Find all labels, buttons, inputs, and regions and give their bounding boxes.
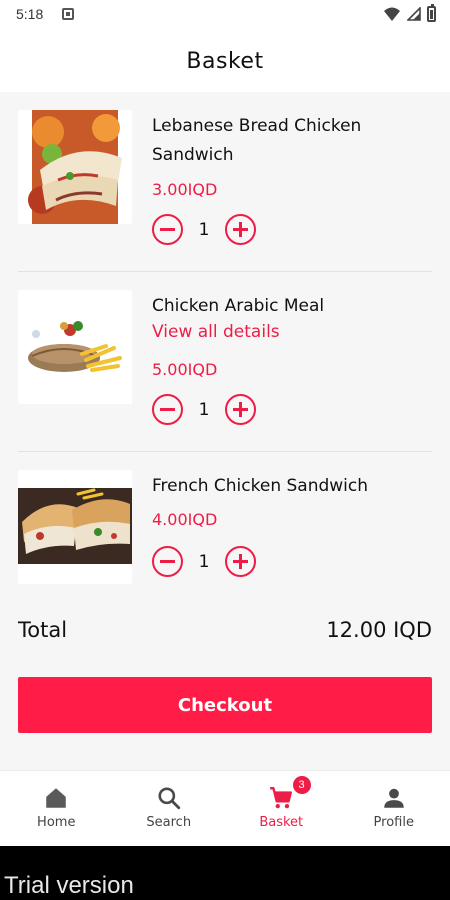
app-header: Basket	[0, 30, 450, 92]
person-icon	[384, 788, 404, 808]
nav-item-basket[interactable]: 3 Basket	[225, 771, 338, 846]
status-icons	[383, 4, 436, 22]
decrease-quantity-button[interactable]	[152, 546, 183, 577]
quantity-value: 1	[198, 551, 210, 572]
item-price: 3.00IQD	[152, 180, 218, 199]
quantity-stepper: 1	[152, 214, 256, 245]
basket-count-badge: 3	[292, 776, 311, 794]
item-name: French Chicken Sandwich	[152, 476, 369, 496]
battery-icon	[427, 4, 436, 22]
quantity-value: 1	[198, 399, 210, 420]
minus-icon	[160, 408, 175, 411]
minus-icon	[160, 228, 175, 231]
item-image[interactable]	[18, 470, 132, 584]
nav-label: Profile	[373, 815, 414, 830]
french-sandwich-image	[18, 470, 132, 584]
increase-quantity-button[interactable]	[225, 214, 256, 245]
wifi-icon	[384, 7, 400, 21]
total-row: Total 12.00 IQD	[18, 615, 432, 651]
increase-quantity-button[interactable]	[225, 394, 256, 425]
nav-label: Home	[37, 815, 76, 830]
status-bar: 5:18	[0, 0, 450, 30]
trial-text: Trial version	[4, 872, 134, 899]
item-name: Lebanese Bread Chicken Sandwich	[152, 116, 362, 165]
item-price: 4.00IQD	[152, 510, 218, 529]
increase-quantity-button[interactable]	[225, 546, 256, 577]
quantity-value: 1	[198, 219, 210, 240]
arabic-meal-image	[18, 290, 132, 404]
checkout-button[interactable]: Checkout	[18, 677, 432, 733]
nav-label: Basket	[259, 815, 304, 830]
item-image[interactable]	[18, 110, 132, 224]
cart-item: French Chicken Sandwich 4.00IQD 1	[18, 452, 432, 632]
checkout-label: Checkout	[177, 694, 273, 716]
status-time: 5:18	[16, 6, 44, 22]
decrease-quantity-button[interactable]	[152, 394, 183, 425]
nav-item-search[interactable]: Search	[113, 771, 226, 846]
quantity-stepper: 1	[152, 546, 256, 577]
item-image[interactable]	[18, 290, 132, 404]
total-value: 12.00 IQD	[326, 618, 432, 642]
wrap-sandwich-image	[18, 110, 132, 224]
home-icon	[46, 788, 66, 808]
view-details-link[interactable]: View all details	[152, 322, 280, 342]
page-title: Basket	[186, 48, 264, 74]
minus-icon	[160, 560, 175, 563]
trial-banner: Trial version	[0, 846, 450, 900]
search-icon	[158, 787, 180, 810]
item-price: 5.00IQD	[152, 360, 218, 379]
nav-item-profile[interactable]: Profile	[338, 771, 450, 846]
cart-icon	[270, 787, 293, 809]
decrease-quantity-button[interactable]	[152, 214, 183, 245]
total-label: Total	[18, 618, 68, 642]
notification-icon	[62, 8, 74, 20]
signal-icon	[407, 7, 421, 21]
cart-item: Lebanese Bread Chicken Sandwich 3.00IQD …	[18, 92, 432, 272]
item-name: Chicken Arabic Meal	[152, 296, 325, 316]
quantity-stepper: 1	[152, 394, 256, 425]
nav-label: Search	[146, 815, 192, 830]
nav-item-home[interactable]: Home	[0, 771, 113, 846]
bottom-nav: Home Search 3 Basket Profile	[0, 770, 450, 846]
cart-item: Chicken Arabic Meal View all details 5.0…	[18, 272, 432, 452]
